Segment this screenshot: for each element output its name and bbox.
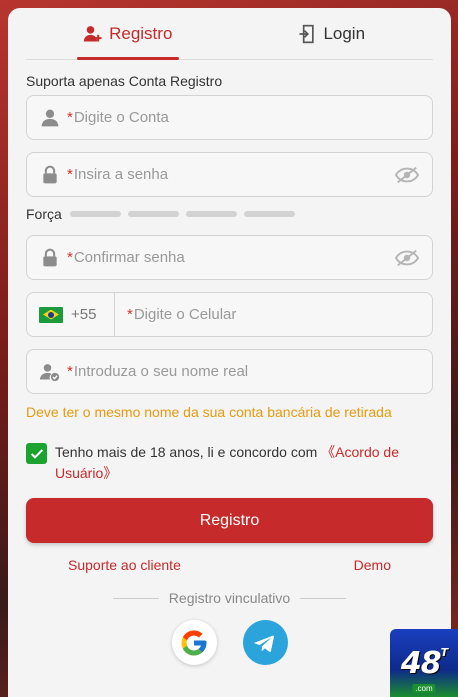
strength-segment <box>127 211 179 217</box>
account-type-hint: Suporta apenas Conta Registro <box>26 73 223 89</box>
eye-off-icon[interactable] <box>394 247 420 269</box>
logo-domain: .com <box>412 684 436 693</box>
register-modal: Registro Login Suporta apenas Conta Regi… <box>8 8 451 697</box>
realname-field[interactable]: * <box>26 349 433 394</box>
google-icon <box>181 630 207 655</box>
agree-statement: Tenho mais de 18 anos, li e concordo com <box>55 444 322 460</box>
strength-segment <box>69 211 121 217</box>
login-door-icon <box>299 24 315 43</box>
password-field[interactable]: * <box>26 152 433 197</box>
divider-line <box>300 597 347 599</box>
realname-warning: Deve ter o mesmo nome da sua conta bancá… <box>26 404 392 420</box>
user-plus-icon <box>83 25 102 41</box>
required-mark: * <box>67 109 73 126</box>
divider-label: Registro vinculativo <box>168 590 291 606</box>
telegram-login-button[interactable] <box>242 620 288 665</box>
brazil-flag-icon <box>39 306 63 323</box>
tab-login-label: Login <box>323 23 366 43</box>
customer-support-link[interactable]: Suporte ao cliente <box>68 557 181 573</box>
register-button[interactable]: Registro <box>26 498 433 543</box>
required-mark: * <box>67 363 73 380</box>
required-mark: * <box>127 306 133 323</box>
logo-text: 48T <box>400 645 448 681</box>
check-icon <box>30 448 43 459</box>
logo-sup: T <box>440 645 448 659</box>
social-divider: Registro vinculativo <box>26 590 433 606</box>
agree-text: Tenho mais de 18 anos, li e concordo com… <box>55 442 433 484</box>
footer-links: Suporte ao cliente Demo <box>26 557 433 573</box>
user-check-icon <box>39 361 61 383</box>
tab-register[interactable]: Registro <box>26 8 230 59</box>
phone-input[interactable] <box>133 306 432 323</box>
tab-register-label: Registro <box>109 23 173 43</box>
phone-field[interactable]: +55 * <box>26 292 433 337</box>
auth-tabs: Registro Login <box>26 8 433 60</box>
lock-icon <box>39 164 61 186</box>
terms-agreement: Tenho mais de 18 anos, li e concordo com… <box>26 442 433 484</box>
telegram-icon <box>254 635 274 652</box>
strength-segment <box>185 211 237 217</box>
password-input[interactable] <box>73 166 394 183</box>
social-login-buttons <box>26 620 433 665</box>
user-icon <box>39 107 61 129</box>
required-mark: * <box>67 166 73 183</box>
eye-off-icon[interactable] <box>394 164 420 186</box>
strength-label: Força <box>26 206 62 222</box>
password-strength: Força <box>26 205 433 223</box>
required-mark: * <box>67 249 73 266</box>
lock-icon <box>39 247 61 269</box>
agree-checkbox[interactable] <box>26 443 47 464</box>
tab-login[interactable]: Login <box>230 8 434 59</box>
confirm-password-input[interactable] <box>73 249 394 266</box>
country-code-selector[interactable]: +55 <box>27 293 115 336</box>
account-input[interactable] <box>73 109 420 126</box>
realname-input[interactable] <box>73 363 420 380</box>
country-code: +55 <box>71 306 97 323</box>
divider-line <box>112 597 159 599</box>
confirm-password-field[interactable]: * <box>26 235 433 280</box>
demo-link[interactable]: Demo <box>354 557 391 573</box>
site-logo: 48T .com <box>390 629 458 697</box>
strength-segment <box>243 211 295 217</box>
account-field[interactable]: * <box>26 95 433 140</box>
google-login-button[interactable] <box>171 620 217 665</box>
